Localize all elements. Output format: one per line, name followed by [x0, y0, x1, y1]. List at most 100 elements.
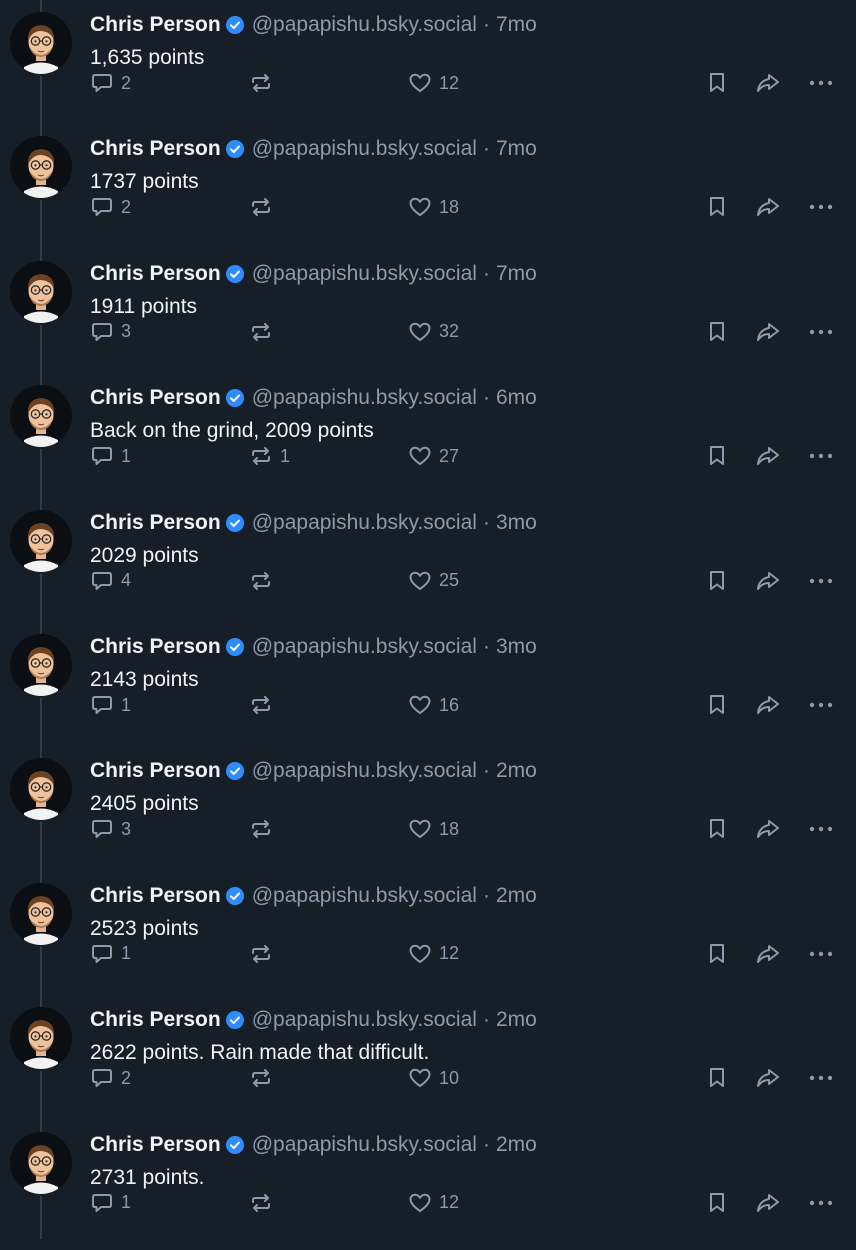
reply-button[interactable]: 4	[89, 566, 131, 596]
author-avatar[interactable]	[10, 758, 72, 821]
author-handle[interactable]: @papapishu.bsky.social	[252, 10, 477, 40]
post[interactable]: Chris Person @papapishu.bsky.social · 3m…	[0, 616, 856, 742]
author-avatar[interactable]	[10, 1007, 72, 1070]
verified-check-icon[interactable]	[225, 1011, 244, 1030]
like-button[interactable]: 12	[407, 1188, 459, 1218]
like-button[interactable]: 32	[407, 317, 459, 347]
author-name[interactable]: Chris Person	[90, 881, 221, 911]
verified-check-icon[interactable]	[225, 513, 244, 532]
author-avatar[interactable]	[10, 634, 72, 696]
repost-button[interactable]	[248, 1188, 280, 1218]
bookmark-button[interactable]	[705, 68, 729, 98]
share-button[interactable]	[754, 1188, 782, 1218]
verified-check-icon[interactable]	[225, 762, 244, 781]
verified-check-icon[interactable]	[225, 389, 244, 408]
repost-button[interactable]	[248, 566, 280, 596]
share-button[interactable]	[754, 814, 782, 844]
bookmark-button[interactable]	[705, 566, 729, 596]
repost-button[interactable]	[248, 317, 280, 347]
post-timestamp[interactable]: 2mo	[496, 881, 537, 911]
author-name[interactable]: Chris Person	[90, 10, 221, 40]
author-name[interactable]: Chris Person	[90, 756, 221, 786]
post[interactable]: Chris Person @papapishu.bsky.social · 7m…	[0, 242, 856, 369]
reply-button[interactable]: 2	[89, 192, 131, 222]
author-handle[interactable]: @papapishu.bsky.social	[252, 508, 477, 538]
share-button[interactable]	[754, 939, 782, 969]
verified-check-icon[interactable]	[225, 1135, 244, 1154]
repost-button[interactable]	[248, 939, 280, 969]
share-button[interactable]	[754, 690, 782, 720]
more-options-button[interactable]	[808, 192, 834, 222]
like-button[interactable]: 16	[407, 690, 459, 720]
more-options-button[interactable]	[808, 939, 834, 969]
bookmark-button[interactable]	[705, 1188, 729, 1218]
reply-button[interactable]: 3	[89, 317, 131, 347]
verified-check-icon[interactable]	[225, 264, 244, 283]
author-name[interactable]: Chris Person	[90, 1130, 221, 1160]
post-timestamp[interactable]: 7mo	[496, 259, 537, 289]
post[interactable]: Chris Person @papapishu.bsky.social · 7m…	[0, 0, 856, 120]
like-button[interactable]: 10	[407, 1063, 459, 1093]
author-handle[interactable]: @papapishu.bsky.social	[252, 881, 477, 911]
repost-button[interactable]	[248, 1063, 280, 1093]
author-name[interactable]: Chris Person	[90, 383, 221, 413]
more-options-button[interactable]	[808, 566, 834, 596]
bookmark-button[interactable]	[705, 814, 729, 844]
author-avatar[interactable]	[10, 136, 72, 199]
reply-button[interactable]: 1	[89, 441, 131, 471]
post-timestamp[interactable]: 7mo	[496, 134, 537, 164]
author-name[interactable]: Chris Person	[90, 632, 221, 662]
author-avatar[interactable]	[10, 385, 72, 448]
author-avatar[interactable]	[10, 1131, 72, 1194]
author-avatar[interactable]	[10, 260, 72, 323]
post-timestamp[interactable]: 6mo	[496, 383, 537, 413]
bookmark-button[interactable]	[705, 317, 729, 347]
more-options-button[interactable]	[808, 317, 834, 347]
bookmark-button[interactable]	[705, 441, 729, 471]
verified-check-icon[interactable]	[225, 886, 244, 905]
bookmark-button[interactable]	[705, 192, 729, 222]
verified-check-icon[interactable]	[225, 16, 244, 34]
bookmark-button[interactable]	[705, 939, 729, 969]
reply-button[interactable]: 2	[89, 1063, 131, 1093]
like-button[interactable]: 18	[407, 192, 459, 222]
post[interactable]: Chris Person @papapishu.bsky.social · 7m…	[0, 118, 856, 244]
author-avatar[interactable]	[10, 882, 72, 945]
author-name[interactable]: Chris Person	[90, 134, 221, 164]
reply-button[interactable]: 3	[89, 814, 131, 844]
reply-button[interactable]: 1	[89, 939, 131, 969]
share-button[interactable]	[754, 317, 782, 347]
repost-button[interactable]	[248, 814, 280, 844]
post-timestamp[interactable]: 2mo	[496, 1130, 537, 1160]
like-button[interactable]: 25	[407, 566, 459, 596]
share-button[interactable]	[754, 441, 782, 471]
author-name[interactable]: Chris Person	[90, 1005, 221, 1035]
bookmark-button[interactable]	[705, 690, 729, 720]
post-timestamp[interactable]: 7mo	[496, 10, 537, 40]
post[interactable]: Chris Person @papapishu.bsky.social · 6m…	[0, 367, 856, 493]
author-handle[interactable]: @papapishu.bsky.social	[252, 383, 477, 413]
post[interactable]: Chris Person @papapishu.bsky.social · 2m…	[0, 989, 856, 1115]
more-options-button[interactable]	[808, 68, 834, 98]
more-options-button[interactable]	[808, 441, 834, 471]
more-options-button[interactable]	[808, 1188, 834, 1218]
post[interactable]: Chris Person @papapishu.bsky.social · 3m…	[0, 491, 856, 617]
like-button[interactable]: 12	[407, 939, 459, 969]
repost-button[interactable]	[248, 690, 280, 720]
share-button[interactable]	[754, 192, 782, 222]
post[interactable]: Chris Person @papapishu.bsky.social · 2m…	[0, 1113, 856, 1239]
author-handle[interactable]: @papapishu.bsky.social	[252, 632, 477, 662]
like-button[interactable]: 18	[407, 814, 459, 844]
more-options-button[interactable]	[808, 814, 834, 844]
author-handle[interactable]: @papapishu.bsky.social	[252, 134, 477, 164]
author-handle[interactable]: @papapishu.bsky.social	[252, 756, 477, 786]
post-timestamp[interactable]: 3mo	[496, 632, 537, 662]
author-avatar[interactable]	[10, 12, 72, 74]
post[interactable]: Chris Person @papapishu.bsky.social · 2m…	[0, 864, 856, 991]
share-button[interactable]	[754, 68, 782, 98]
verified-check-icon[interactable]	[225, 638, 244, 656]
repost-button[interactable]: 1	[248, 441, 290, 471]
repost-button[interactable]	[248, 68, 280, 98]
share-button[interactable]	[754, 1063, 782, 1093]
author-avatar[interactable]	[10, 509, 72, 572]
